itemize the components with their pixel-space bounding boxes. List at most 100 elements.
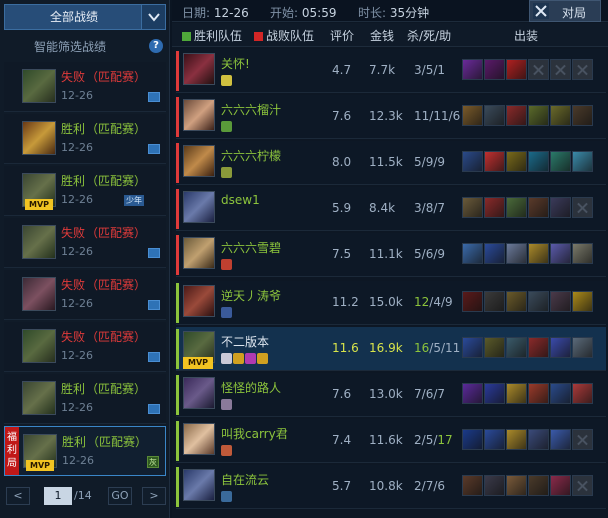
item-icon[interactable] xyxy=(550,243,571,264)
item-icon[interactable] xyxy=(528,197,549,218)
item-icon[interactable] xyxy=(484,105,505,126)
item-icon[interactable] xyxy=(550,105,571,126)
item-icon[interactable] xyxy=(484,475,505,496)
item-icon[interactable] xyxy=(462,383,483,404)
player-name[interactable]: 六六六柠檬 xyxy=(221,147,281,164)
item-icon[interactable] xyxy=(572,105,593,126)
player-name[interactable]: 六六六雪碧 xyxy=(221,239,281,256)
item-icon[interactable] xyxy=(550,475,571,496)
item-icon[interactable] xyxy=(484,337,505,358)
item-icon[interactable] xyxy=(550,383,571,404)
hero-avatar[interactable] xyxy=(183,191,215,223)
game-list-item[interactable]: 福利局 MVP 胜利 （匹配赛） 12-26 灰 xyxy=(4,426,166,476)
player-name[interactable]: 逆天丿涛爷 xyxy=(221,287,281,304)
player-name[interactable]: 叫我carry君 xyxy=(221,425,288,442)
item-icon[interactable] xyxy=(506,291,527,312)
smart-filter[interactable]: 智能筛选战绩 ? xyxy=(4,34,166,58)
item-icon[interactable] xyxy=(572,291,593,312)
item-icon[interactable] xyxy=(462,197,483,218)
player-row[interactable]: 六六六榴汁 7.6 12.3k 11/11/6 xyxy=(176,95,606,139)
game-list-item[interactable]: 胜利 （匹配赛） 12-26 xyxy=(4,114,166,164)
item-icon[interactable] xyxy=(528,475,549,496)
item-icon[interactable] xyxy=(462,151,483,172)
chevron-down-icon[interactable] xyxy=(141,5,165,29)
item-icon[interactable] xyxy=(484,197,505,218)
player-name[interactable]: 六六六榴汁 xyxy=(221,101,281,118)
next-page-button[interactable]: > xyxy=(142,487,166,505)
item-icon[interactable] xyxy=(528,429,549,450)
page-input[interactable]: 1 xyxy=(44,487,72,505)
item-icon[interactable] xyxy=(528,243,549,264)
item-icon[interactable] xyxy=(528,151,549,172)
item-icon[interactable] xyxy=(572,383,593,404)
item-icon[interactable] xyxy=(550,337,571,358)
player-name[interactable]: 怪怪的路人 xyxy=(221,379,281,396)
item-icon[interactable] xyxy=(550,291,571,312)
item-icon[interactable] xyxy=(462,243,483,264)
image-icon[interactable] xyxy=(148,144,160,154)
hero-avatar[interactable] xyxy=(183,53,215,85)
image-icon[interactable] xyxy=(148,352,160,362)
item-icon[interactable] xyxy=(528,291,549,312)
image-icon[interactable] xyxy=(148,248,160,258)
player-row[interactable]: 逆天丿涛爷 11.2 15.0k 12/4/9 xyxy=(176,281,606,325)
player-name[interactable]: 不二版本 xyxy=(221,333,269,350)
go-button[interactable]: GO xyxy=(108,487,132,505)
game-list-item[interactable]: 失败 （匹配赛） 12-26 xyxy=(4,218,166,268)
item-icon[interactable] xyxy=(506,337,527,358)
hero-avatar[interactable] xyxy=(183,237,215,269)
exit-match-button[interactable]: 对局 xyxy=(529,0,601,22)
item-icon[interactable] xyxy=(462,105,483,126)
item-icon[interactable] xyxy=(462,291,483,312)
player-row[interactable]: MVP 不二版本 11.6 16.9k 16/5/11 xyxy=(176,327,606,371)
game-list-item[interactable]: MVP 胜利 （匹配赛） 12-26 少年 xyxy=(4,166,166,216)
player-row[interactable]: 怪怪的路人 7.6 13.0k 7/6/7 xyxy=(176,373,606,417)
game-list-item[interactable]: 失败 （匹配赛） 12-26 xyxy=(4,322,166,372)
item-icon[interactable] xyxy=(506,243,527,264)
item-icon[interactable] xyxy=(506,151,527,172)
item-icon[interactable] xyxy=(506,383,527,404)
item-icon[interactable] xyxy=(484,429,505,450)
player-name[interactable]: dsew1 xyxy=(221,193,260,207)
hero-avatar[interactable] xyxy=(183,377,215,409)
item-icon[interactable] xyxy=(484,243,505,264)
item-icon[interactable] xyxy=(506,59,527,80)
item-icon[interactable] xyxy=(462,429,483,450)
item-icon[interactable] xyxy=(484,291,505,312)
item-icon[interactable] xyxy=(572,151,593,172)
item-icon[interactable] xyxy=(506,197,527,218)
hero-avatar[interactable] xyxy=(183,99,215,131)
prev-page-button[interactable]: < xyxy=(6,487,30,505)
item-icon[interactable] xyxy=(528,383,549,404)
game-list-item[interactable]: 失败 （匹配赛） 12-26 xyxy=(4,62,166,112)
item-icon[interactable] xyxy=(484,383,505,404)
hero-avatar[interactable] xyxy=(183,285,215,317)
player-name[interactable]: 自在流云 xyxy=(221,471,269,488)
item-icon[interactable] xyxy=(484,151,505,172)
item-icon[interactable] xyxy=(550,151,571,172)
player-row[interactable]: 六六六柠檬 8.0 11.5k 5/9/9 xyxy=(176,141,606,185)
hero-avatar[interactable] xyxy=(183,423,215,455)
player-row[interactable]: 叫我carry君 7.4 11.6k 2/5/17 xyxy=(176,419,606,463)
game-list-item[interactable]: 失败 （匹配赛） 12-26 xyxy=(4,270,166,320)
item-icon[interactable] xyxy=(506,475,527,496)
item-icon[interactable] xyxy=(528,337,549,358)
player-row[interactable]: 关怀! 4.7 7.7k 3/5/1 xyxy=(176,49,606,93)
item-icon[interactable] xyxy=(550,429,571,450)
player-row[interactable]: 自在流云 5.7 10.8k 2/7/6 xyxy=(176,465,606,509)
item-icon[interactable] xyxy=(506,105,527,126)
image-icon[interactable] xyxy=(148,92,160,102)
player-name[interactable]: 关怀! xyxy=(221,55,250,72)
hero-avatar[interactable] xyxy=(183,145,215,177)
player-row[interactable]: dsew1 5.9 8.4k 3/8/7 xyxy=(176,187,606,231)
player-row[interactable]: 六六六雪碧 7.5 11.1k 5/6/9 xyxy=(176,233,606,277)
game-list-item[interactable]: 胜利 （匹配赛） 12-26 xyxy=(4,374,166,424)
hero-avatar[interactable] xyxy=(183,469,215,501)
image-icon[interactable] xyxy=(148,404,160,414)
item-icon[interactable] xyxy=(506,429,527,450)
item-icon[interactable] xyxy=(462,475,483,496)
item-icon[interactable] xyxy=(462,59,483,80)
item-icon[interactable] xyxy=(528,105,549,126)
item-icon[interactable] xyxy=(462,337,483,358)
help-icon[interactable]: ? xyxy=(149,39,163,53)
